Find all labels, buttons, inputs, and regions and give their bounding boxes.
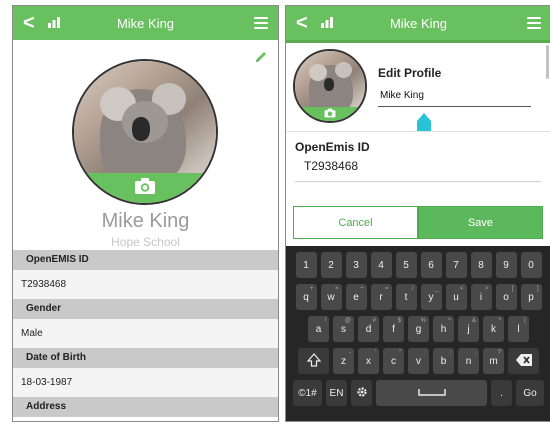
field-value-gender: Male — [13, 319, 278, 348]
key-x[interactable]: x ' — [358, 348, 379, 374]
soft-keyboard: 1 2 3 4 5 6 7 8 9 0 q + w × e ÷ r = t / y _ u <… — [286, 246, 550, 421]
symbols-key[interactable]: ©1# — [293, 380, 322, 406]
period-key[interactable]: . — [491, 380, 512, 406]
key-c[interactable]: c " — [383, 348, 404, 374]
key-t[interactable]: t / — [395, 284, 417, 310]
app-header: < Mike King — [13, 6, 278, 40]
key-7[interactable]: 7 — [445, 252, 467, 278]
go-key[interactable]: Go — [516, 380, 544, 406]
backspace-icon — [515, 353, 532, 369]
camera-icon — [134, 177, 156, 200]
key-5[interactable]: 5 — [395, 252, 417, 278]
key-h[interactable]: h ^ — [433, 316, 454, 342]
keyboard-row-asdf: a! s @ d # f $ g% h ^ j & k * l( — [289, 316, 548, 342]
keyboard-row-qwerty: q + w × e ÷ r = t / y _ u < i > o[ p] — [289, 284, 548, 310]
hamburger-menu-icon[interactable] — [527, 17, 541, 29]
space-icon — [417, 388, 446, 399]
change-photo-bar[interactable] — [74, 173, 216, 203]
field-value-date-of-birth: 18-03-1987 — [13, 368, 278, 397]
gear-icon — [356, 386, 368, 401]
key-3[interactable]: 3 — [345, 252, 367, 278]
space-key[interactable] — [376, 380, 487, 406]
keyboard-row-numbers: 1 2 3 4 5 6 7 8 9 0 — [289, 252, 548, 278]
key-s[interactable]: s @ — [333, 316, 354, 342]
key-e[interactable]: e ÷ — [345, 284, 367, 310]
edit-pencil-icon[interactable] — [254, 50, 268, 64]
key-8[interactable]: 8 — [470, 252, 492, 278]
back-icon[interactable]: < — [286, 13, 312, 33]
profile-name: Mike King — [101, 210, 190, 232]
openemis-id-section: OpenEmis ID T2938468 — [286, 131, 550, 184]
app-logo-icon — [47, 15, 67, 31]
change-photo-bar[interactable] — [295, 107, 365, 121]
edit-profile-section: Edit Profile — [286, 43, 550, 135]
key-f[interactable]: f $ — [383, 316, 404, 342]
back-icon[interactable]: < — [13, 13, 39, 33]
key-6[interactable]: 6 — [420, 252, 442, 278]
key-1[interactable]: 1 — [295, 252, 317, 278]
language-key[interactable]: EN — [326, 380, 347, 406]
key-n[interactable]: n, — [458, 348, 479, 374]
key-9[interactable]: 9 — [495, 252, 517, 278]
key-m[interactable]: m? — [483, 348, 504, 374]
action-buttons: Cancel Save — [286, 184, 550, 246]
name-input[interactable] — [378, 87, 531, 107]
key-b[interactable]: b; — [433, 348, 454, 374]
key-u[interactable]: u < — [445, 284, 467, 310]
key-d[interactable]: d # — [358, 316, 379, 342]
keyboard-row-zxcv: z- x ' c " v: b; n, m? — [289, 348, 548, 374]
key-r[interactable]: r = — [370, 284, 392, 310]
profile-card: Mike King Hope School — [13, 40, 278, 249]
app-header: < Mike King — [286, 6, 550, 40]
key-q[interactable]: q + — [295, 284, 317, 310]
key-z[interactable]: z- — [333, 348, 354, 374]
key-l[interactable]: l( — [508, 316, 529, 342]
app-logo-icon — [320, 15, 340, 31]
profile-school: Hope School — [111, 235, 180, 249]
field-label-address: Address — [13, 397, 278, 417]
key-g[interactable]: g% — [408, 316, 429, 342]
key-2[interactable]: 2 — [320, 252, 342, 278]
key-o[interactable]: o[ — [495, 284, 517, 310]
key-4[interactable]: 4 — [370, 252, 392, 278]
shift-key[interactable] — [298, 348, 329, 374]
key-w[interactable]: w × — [320, 284, 342, 310]
hamburger-menu-icon[interactable] — [254, 17, 268, 29]
settings-key[interactable] — [351, 380, 372, 406]
key-y[interactable]: y _ — [420, 284, 442, 310]
shift-icon — [306, 352, 321, 370]
field-label-gender: Gender — [13, 299, 278, 319]
edit-profile-title: Edit Profile — [378, 66, 442, 80]
key-k[interactable]: k * — [483, 316, 504, 342]
edit-profile-screen: < Mike King Edit Profile Mike King OpenE… — [285, 5, 550, 422]
field-label-openemis-id: OpenEMIS ID — [13, 250, 278, 270]
profile-view-screen: < Mike King Mike King Hope School OpenEM… — [12, 5, 279, 422]
profile-fields: OpenEMIS ID T2938468 Gender Male Date of… — [13, 250, 278, 417]
profile-avatar[interactable] — [72, 59, 218, 205]
openemis-id-label: OpenEmis ID — [295, 140, 370, 154]
key-p[interactable]: p] — [520, 284, 542, 310]
field-label-date-of-birth: Date of Birth — [13, 348, 278, 368]
save-button[interactable]: Save — [418, 206, 543, 239]
backspace-key[interactable] — [508, 348, 539, 374]
scrollbar[interactable] — [546, 45, 549, 79]
camera-icon — [324, 105, 336, 121]
keyboard-row-bottom: ©1# EN . Go — [289, 380, 548, 406]
openemis-id-value: T2938468 — [304, 159, 359, 173]
key-v[interactable]: v: — [408, 348, 429, 374]
profile-avatar-small[interactable] — [293, 49, 367, 123]
key-j[interactable]: j & — [458, 316, 479, 342]
cancel-button[interactable]: Cancel — [293, 206, 418, 239]
field-value-openemis-id: T2938468 — [13, 270, 278, 299]
key-i[interactable]: i > — [470, 284, 492, 310]
key-a[interactable]: a! — [308, 316, 329, 342]
key-0[interactable]: 0 — [520, 252, 542, 278]
